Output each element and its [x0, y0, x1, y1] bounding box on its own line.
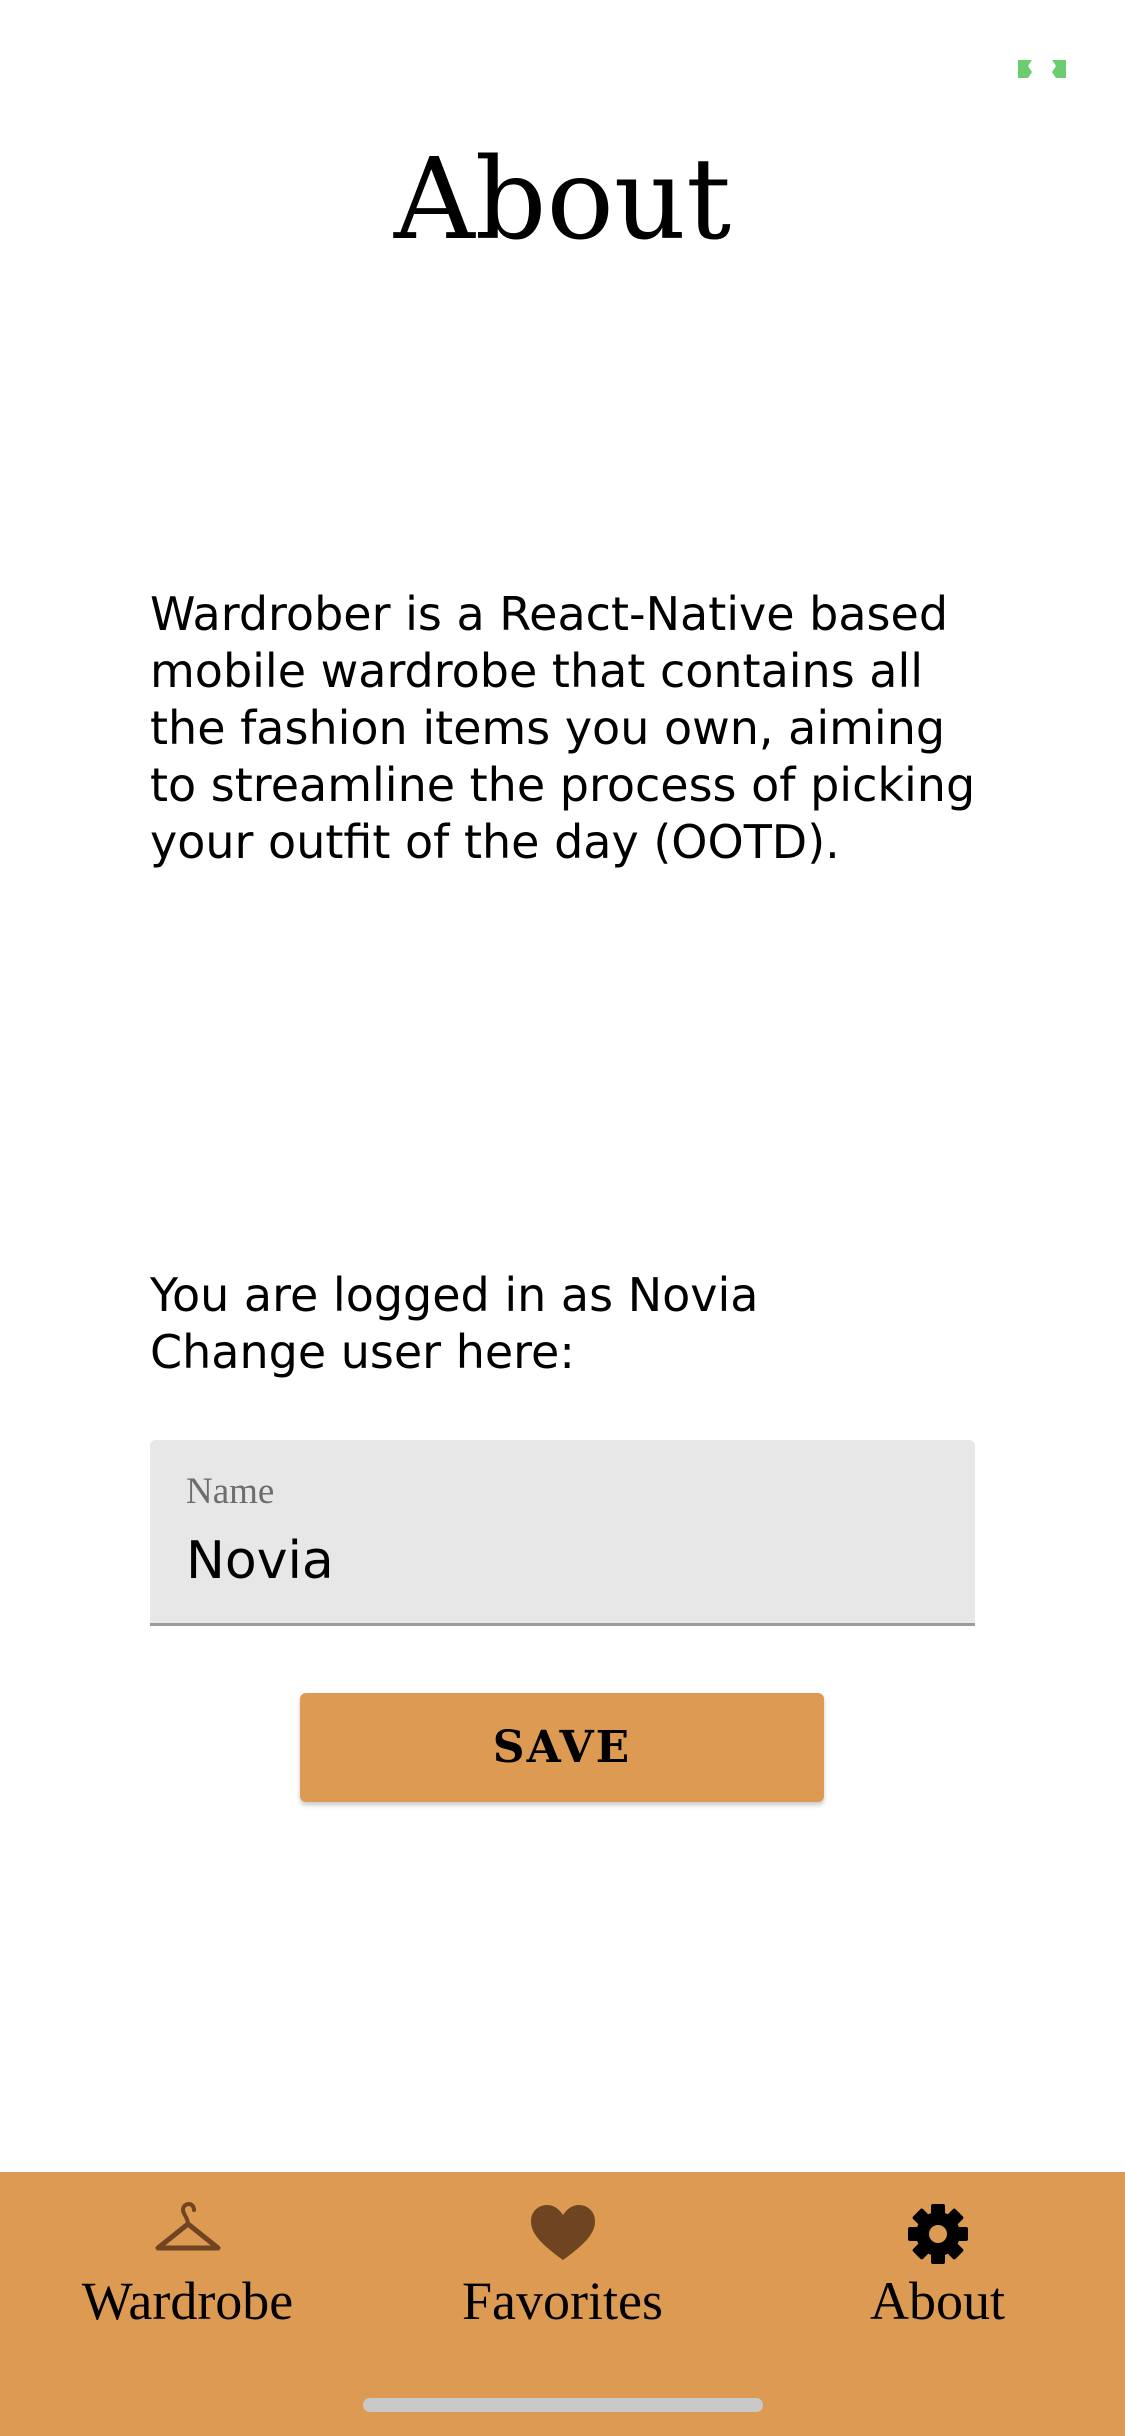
- tab-favorites-label: Favorites: [462, 2271, 663, 2331]
- status-indicator-icon: [1014, 58, 1070, 80]
- page-title: About: [393, 135, 732, 265]
- tab-wardrobe[interactable]: Wardrobe: [0, 2172, 375, 2362]
- name-field-label: Name: [186, 1471, 275, 1512]
- tab-favorites[interactable]: Favorites: [375, 2172, 750, 2362]
- save-button[interactable]: SAVE: [300, 1693, 824, 1802]
- name-field[interactable]: Name: [150, 1440, 975, 1626]
- heart-icon: [528, 2202, 598, 2266]
- change-user-text: Change user here:: [150, 1325, 575, 1379]
- tab-about-label: About: [870, 2271, 1005, 2331]
- home-indicator[interactable]: [363, 2398, 763, 2412]
- logged-in-text: You are logged in as Novia: [150, 1268, 759, 1322]
- tab-wardrobe-label: Wardrobe: [81, 2271, 294, 2331]
- login-info: You are logged in as Novia Change user h…: [150, 1267, 980, 1381]
- bottom-tab-bar: Wardrobe Favorites About: [0, 2172, 1125, 2436]
- hanger-icon: [153, 2201, 223, 2266]
- tab-about[interactable]: About: [750, 2172, 1125, 2362]
- app-description: Wardrober is a React-Native based mobile…: [150, 587, 976, 869]
- gear-icon: [903, 2202, 973, 2266]
- name-input[interactable]: [186, 1526, 926, 1596]
